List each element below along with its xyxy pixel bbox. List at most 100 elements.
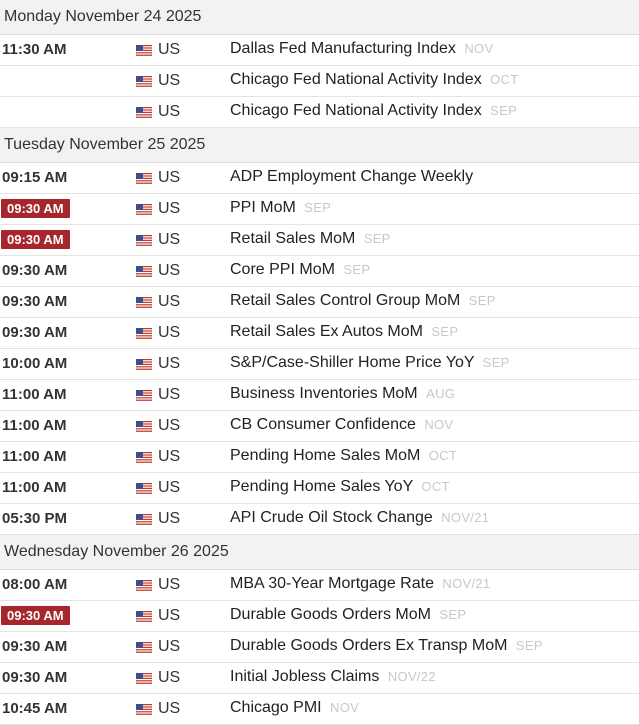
event-period: SEP [468, 293, 496, 308]
event-country: US [158, 103, 181, 120]
event-name[interactable]: Retail Sales Ex Autos MoM [230, 323, 423, 340]
event-name[interactable]: CB Consumer Confidence [230, 416, 416, 433]
event-row[interactable]: 09:15 AM US ADP Employment Change Weekly [0, 163, 639, 194]
event-country: US [158, 386, 181, 403]
event-name-cell[interactable]: Retail Sales MoM SEP [230, 230, 391, 248]
event-name-cell[interactable]: CB Consumer Confidence NOV [230, 416, 453, 434]
event-country: US [158, 417, 181, 434]
event-name[interactable]: Dallas Fed Manufacturing Index [230, 40, 456, 57]
event-name-cell[interactable]: Pending Home Sales MoM OCT [230, 447, 457, 465]
event-country: US [158, 607, 181, 624]
event-name-cell[interactable]: PPI MoM SEP [230, 199, 331, 217]
event-period: SEP [490, 103, 518, 118]
day-header: Wednesday November 26 2025 [0, 535, 639, 570]
event-row[interactable]: 09:30 AM US Retail Sales Ex Autos MoM SE… [0, 318, 639, 349]
event-name[interactable]: PPI MoM [230, 199, 296, 216]
event-name[interactable]: Initial Jobless Claims [230, 668, 379, 685]
event-country: US [158, 72, 181, 89]
event-name[interactable]: API Crude Oil Stock Change [230, 509, 433, 526]
event-name-cell[interactable]: Core PPI MoM SEP [230, 261, 370, 279]
event-name[interactable]: Chicago Fed National Activity Index [230, 102, 482, 119]
event-name-cell[interactable]: Chicago Fed National Activity Index OCT [230, 71, 518, 89]
event-period: NOV/22 [387, 669, 436, 684]
event-name[interactable]: ADP Employment Change Weekly [230, 168, 473, 185]
event-name-cell[interactable]: Pending Home Sales YoY OCT [230, 478, 450, 496]
event-name-cell[interactable]: Chicago Fed National Activity Index SEP [230, 102, 517, 120]
event-name-cell[interactable]: Durable Goods Orders Ex Transp MoM SEP [230, 637, 543, 655]
event-row[interactable]: US Chicago Fed National Activity Index O… [0, 66, 639, 97]
event-name-cell[interactable]: S&P/Case-Shiller Home Price YoY SEP [230, 354, 510, 372]
event-row[interactable]: 10:45 AM US Chicago PMI NOV [0, 694, 639, 725]
event-name[interactable]: Pending Home Sales MoM [230, 447, 420, 464]
event-period: OCT [490, 72, 519, 87]
event-row[interactable]: 11:00 AM US Business Inventories MoM AUG [0, 380, 639, 411]
us-flag-icon [136, 390, 152, 401]
event-row[interactable]: 08:00 AM US MBA 30-Year Mortgage Rate NO… [0, 570, 639, 601]
event-name-cell[interactable]: MBA 30-Year Mortgage Rate NOV/21 [230, 575, 490, 593]
event-time: 10:00 AM [2, 355, 68, 372]
event-name-cell[interactable]: API Crude Oil Stock Change NOV/21 [230, 509, 489, 527]
event-row[interactable]: 10:00 AM US S&P/Case-Shiller Home Price … [0, 349, 639, 380]
us-flag-icon [136, 421, 152, 432]
event-name-cell[interactable]: Retail Sales Ex Autos MoM SEP [230, 323, 458, 341]
event-country: US [158, 669, 181, 686]
event-row[interactable]: 09:30 AM US Core PPI MoM SEP [0, 256, 639, 287]
event-row[interactable]: 11:00 AM US Pending Home Sales YoY OCT [0, 473, 639, 504]
event-country: US [158, 262, 181, 279]
event-name-cell[interactable]: Durable Goods Orders MoM SEP [230, 606, 466, 624]
event-row[interactable]: 09:30 AM US Retail Sales MoM SEP [0, 225, 639, 256]
event-period: NOV [464, 41, 494, 56]
event-name[interactable]: Pending Home Sales YoY [230, 478, 413, 495]
event-row[interactable]: 09:30 AM US PPI MoM SEP [0, 194, 639, 225]
event-country: US [158, 448, 181, 465]
event-country: US [158, 700, 181, 717]
event-time: 09:30 AM [1, 230, 70, 249]
event-list: 11:30 AM US Dallas Fed Manufacturing Ind… [0, 35, 639, 128]
event-country: US [158, 231, 181, 248]
event-name[interactable]: Chicago Fed National Activity Index [230, 71, 482, 88]
event-row[interactable]: 05:30 PM US API Crude Oil Stock Change N… [0, 504, 639, 535]
event-name[interactable]: Retail Sales MoM [230, 230, 355, 247]
event-row[interactable]: 11:00 AM US CB Consumer Confidence NOV [0, 411, 639, 442]
event-row[interactable]: 09:30 AM US Durable Goods Orders MoM SEP [0, 601, 639, 632]
event-name[interactable]: Core PPI MoM [230, 261, 335, 278]
event-country: US [158, 293, 181, 310]
us-flag-icon [136, 235, 152, 246]
event-name[interactable]: Retail Sales Control Group MoM [230, 292, 460, 309]
event-row[interactable]: 11:00 AM US Pending Home Sales MoM OCT [0, 442, 639, 473]
event-name-cell[interactable]: Initial Jobless Claims NOV/22 [230, 668, 436, 686]
us-flag-icon [136, 642, 152, 653]
event-name[interactable]: Durable Goods Orders Ex Transp MoM [230, 637, 507, 654]
event-name-cell[interactable]: Business Inventories MoM AUG [230, 385, 455, 403]
event-country: US [158, 638, 181, 655]
event-name-cell[interactable]: Dallas Fed Manufacturing Index NOV [230, 40, 493, 58]
us-flag-icon [136, 328, 152, 339]
event-name-cell[interactable]: Retail Sales Control Group MoM SEP [230, 292, 496, 310]
event-period: SEP [431, 324, 459, 339]
us-flag-icon [136, 704, 152, 715]
event-time: 09:30 AM [2, 293, 68, 310]
day-section: Monday November 24 2025 11:30 AM US Dall… [0, 0, 639, 128]
event-name[interactable]: Business Inventories MoM [230, 385, 418, 402]
event-name[interactable]: Durable Goods Orders MoM [230, 606, 431, 623]
event-row[interactable]: 09:30 AM US Initial Jobless Claims NOV/2… [0, 663, 639, 694]
event-country: US [158, 169, 181, 186]
us-flag-icon [136, 452, 152, 463]
event-name[interactable]: MBA 30-Year Mortgage Rate [230, 575, 434, 592]
event-row[interactable]: US Chicago Fed National Activity Index S… [0, 97, 639, 128]
event-row[interactable]: 09:30 AM US Retail Sales Control Group M… [0, 287, 639, 318]
event-row[interactable]: 09:30 AM US Durable Goods Orders Ex Tran… [0, 632, 639, 663]
event-name-cell[interactable]: ADP Employment Change Weekly [230, 168, 477, 186]
event-name-cell[interactable]: Chicago PMI NOV [230, 699, 359, 717]
event-period: NOV [330, 700, 360, 715]
event-country: US [158, 576, 181, 593]
event-time: 09:15 AM [2, 169, 68, 186]
event-period: NOV/21 [442, 576, 491, 591]
event-name[interactable]: Chicago PMI [230, 699, 322, 716]
event-period: SEP [343, 262, 371, 277]
event-row[interactable]: 11:30 AM US Dallas Fed Manufacturing Ind… [0, 35, 639, 66]
us-flag-icon [136, 673, 152, 684]
event-period: NOV/21 [441, 510, 490, 525]
event-list: 08:00 AM US MBA 30-Year Mortgage Rate NO… [0, 570, 639, 725]
event-name[interactable]: S&P/Case-Shiller Home Price YoY [230, 354, 474, 371]
